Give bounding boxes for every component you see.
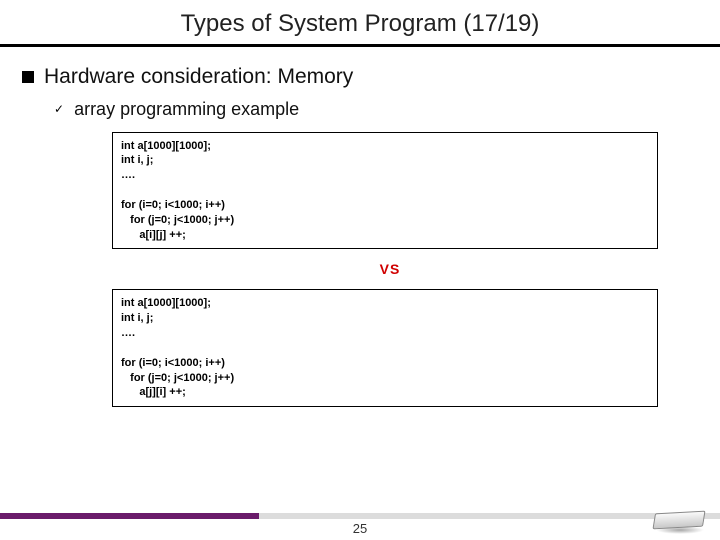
heading-2-text: array programming example [74,99,299,120]
sysprog-logo [650,504,710,534]
footer: 25 [0,513,720,540]
page-number: 25 [0,519,720,540]
slide-title: Types of System Program (17/19) [0,0,720,44]
square-bullet-icon [22,71,34,83]
code-block-2: int a[1000][1000]; int i, j; …. for (i=0… [112,289,658,407]
footer-bar-accent [0,513,259,519]
heading-1-text: Hardware consideration: Memory [44,65,353,89]
bullet-level1: Hardware consideration: Memory [22,65,698,89]
vs-label: VS [82,261,698,277]
logo-tag-icon [652,511,705,530]
check-icon: ✓ [54,102,64,116]
footer-color-bar [0,513,720,519]
content-area: Hardware consideration: Memory ✓ array p… [0,47,720,408]
code-block-1: int a[1000][1000]; int i, j; …. for (i=0… [112,132,658,250]
bullet-level2: ✓ array programming example [54,99,698,120]
